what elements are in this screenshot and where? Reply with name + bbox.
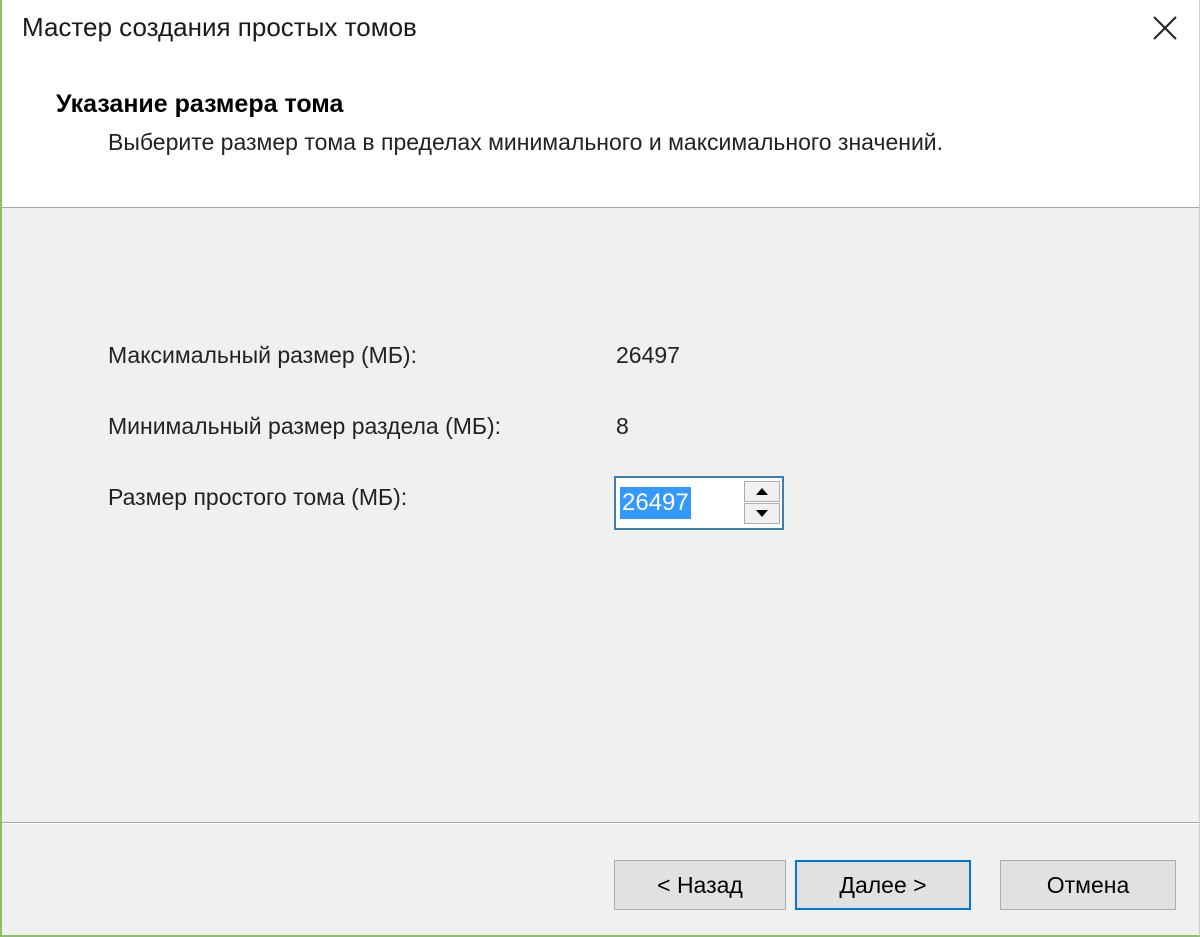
spin-buttons	[744, 481, 780, 525]
window-title: Мастер создания простых томов	[22, 12, 417, 42]
arrow-up-icon	[756, 488, 768, 495]
back-button[interactable]: < Назад	[614, 860, 786, 910]
volume-size-label: Размер простого тома (МБ):	[108, 484, 408, 510]
min-size-value: 8	[616, 413, 629, 439]
page-heading: Указание размера тома	[56, 90, 344, 118]
max-size-value: 26497	[616, 342, 680, 368]
volume-size-stepper[interactable]: 26497	[614, 476, 784, 530]
page-subheading: Выберите размер тома в пределах минималь…	[108, 129, 944, 155]
arrow-down-icon	[756, 510, 768, 517]
title-bar: Мастер создания простых томов	[2, 0, 1199, 62]
footer-separator-highlight	[2, 823, 1199, 824]
next-button[interactable]: Далее >	[795, 860, 971, 910]
content-area: Максимальный размер (МБ): 26497 Минималь…	[2, 208, 1199, 820]
max-size-label: Максимальный размер (МБ):	[108, 342, 417, 368]
spin-down-button[interactable]	[744, 503, 780, 524]
header-panel: Указание размера тома Выберите размер то…	[2, 62, 1199, 208]
min-size-label: Минимальный размер раздела (МБ):	[108, 413, 502, 439]
wizard-window: Мастер создания простых томов Указание р…	[0, 0, 1200, 937]
volume-size-input[interactable]: 26497	[620, 486, 691, 520]
volume-size-selected-text: 26497	[620, 487, 691, 519]
spin-up-button[interactable]	[744, 481, 780, 502]
cancel-button[interactable]: Отмена	[1000, 860, 1176, 910]
close-button[interactable]	[1145, 8, 1185, 48]
close-icon	[1153, 16, 1177, 40]
